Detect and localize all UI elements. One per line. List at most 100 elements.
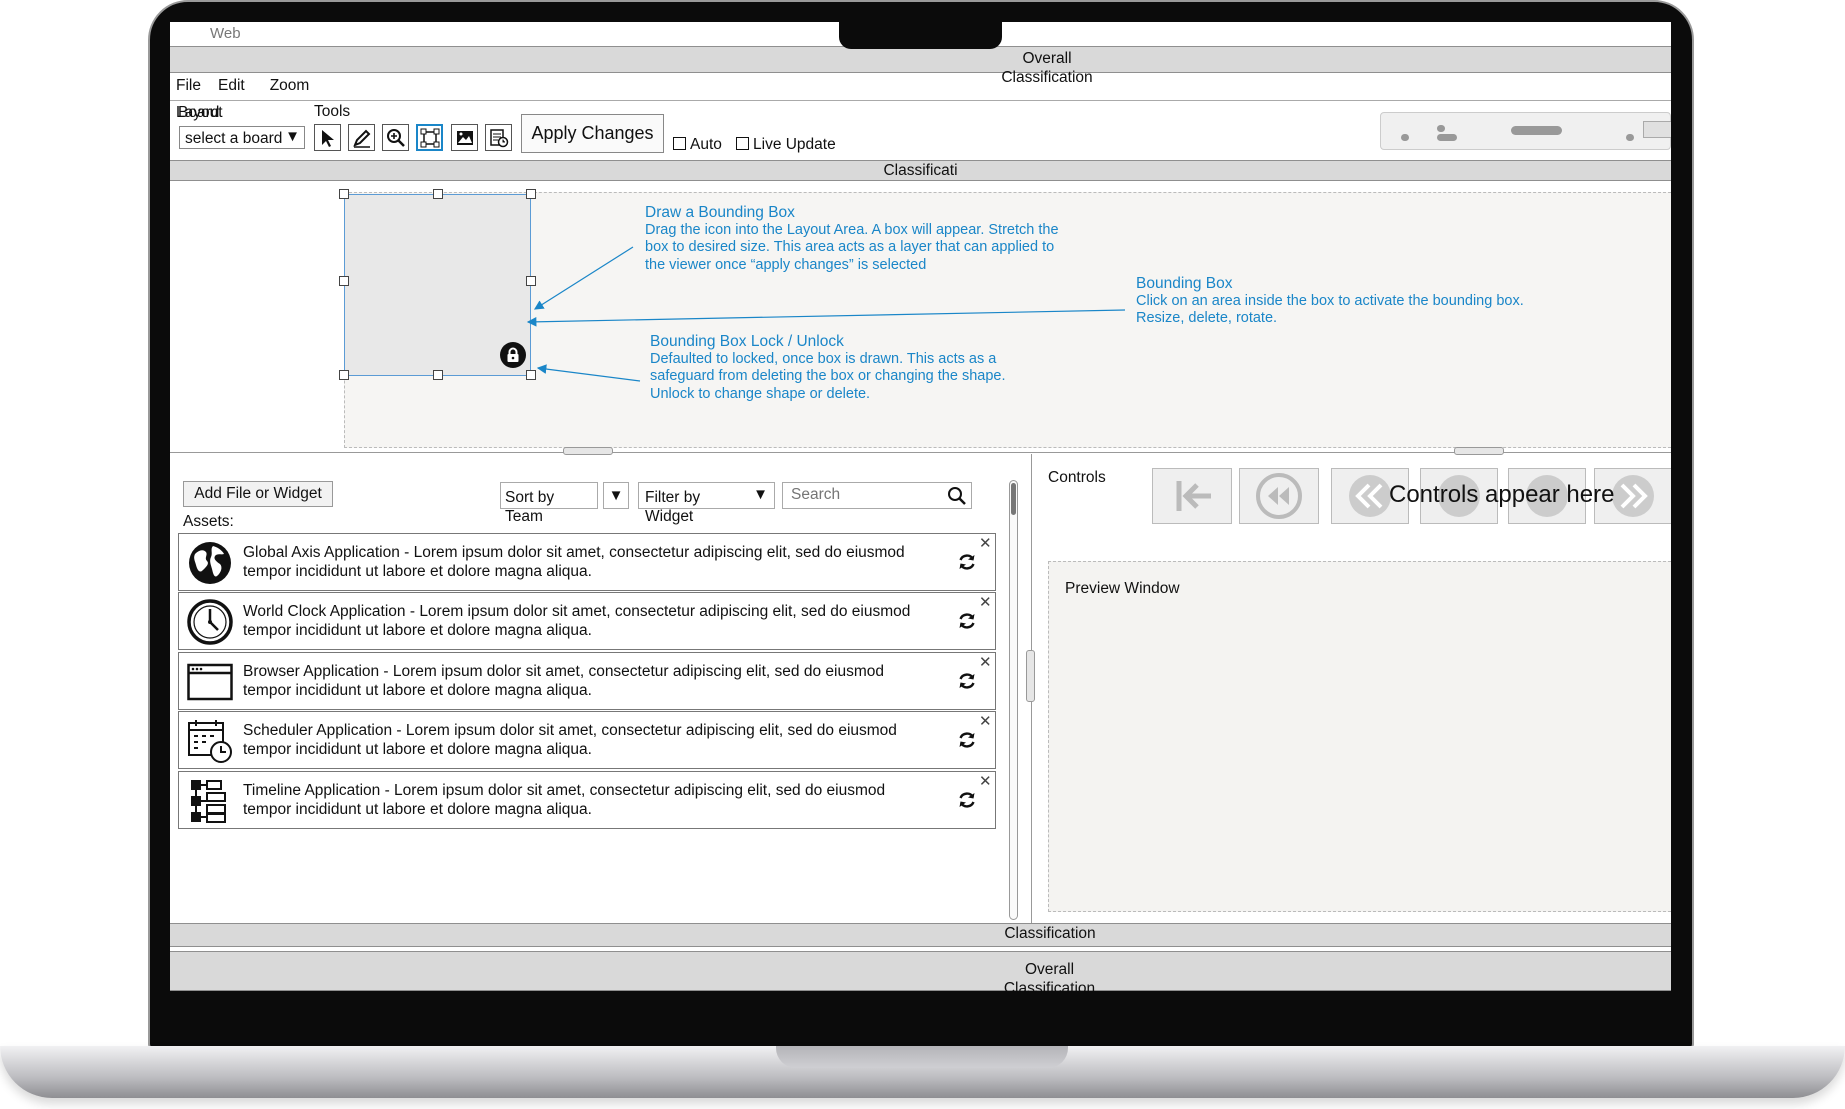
sort-chevron-down-icon[interactable]: ▼: [603, 482, 629, 509]
list-item[interactable]: World Clock Application - Lorem ipsum do…: [178, 592, 996, 650]
annotation-draw-title: Draw a Bounding Box: [645, 204, 795, 221]
skip-to-start-button[interactable]: [1152, 468, 1232, 524]
preset-triple[interactable]: [1511, 126, 1562, 135]
search-icon[interactable]: [947, 486, 967, 506]
asset-description: Global Axis Application - Lorem ipsum do…: [243, 544, 905, 580]
widget-tool-button[interactable]: [485, 124, 512, 151]
assets-scrollbar[interactable]: [1009, 480, 1018, 920]
assets-scrollbar-thumb[interactable]: [1011, 483, 1016, 515]
splitter-grip-right[interactable]: [1454, 447, 1504, 455]
controls-overlay-text: Controls appear here: [1389, 481, 1615, 508]
annotation-draw-box: Draw a Bounding Box Drag the icon into t…: [645, 204, 1075, 274]
auto-checkbox[interactable]: [673, 137, 686, 150]
add-file-button[interactable]: Add File or Widget: [183, 481, 333, 507]
assets-label: Assets:: [183, 513, 234, 530]
list-item[interactable]: Browser Application - Lorem ipsum dolor …: [178, 652, 996, 710]
live-update-label: Live Update: [753, 136, 836, 153]
select-tool-button[interactable]: [314, 124, 341, 151]
layout-presets-strip[interactable]: [1380, 112, 1671, 150]
list-item[interactable]: Global Axis Application - Lorem ipsum do…: [178, 533, 996, 591]
calendar-clock-icon: [187, 718, 233, 764]
laptop-base-notch: [776, 1046, 1068, 1068]
live-update-checkbox[interactable]: [736, 137, 749, 150]
apply-changes-button[interactable]: Apply Changes: [521, 114, 664, 153]
resize-handle-left[interactable]: [339, 276, 349, 286]
search-box[interactable]: [782, 482, 972, 509]
sort-select-value: Sort by Team: [505, 489, 555, 525]
search-input[interactable]: [791, 486, 941, 504]
bounding-box-icon: [420, 128, 439, 147]
sort-select[interactable]: Sort by Team: [500, 482, 598, 525]
auto-checkbox-group: Auto: [673, 136, 722, 154]
zoom-in-icon: [386, 128, 405, 147]
image-tool-button[interactable]: [451, 124, 478, 151]
skip-to-start-icon: [1176, 481, 1211, 511]
classification-bar: Classificati: [170, 160, 1671, 181]
resize-handle-top-right[interactable]: [526, 189, 536, 199]
board-select-value: select a board: [185, 129, 285, 148]
resize-handle-top-left[interactable]: [339, 189, 349, 199]
refresh-icon[interactable]: [957, 730, 977, 750]
close-icon[interactable]: ✕: [979, 534, 992, 552]
close-icon[interactable]: ✕: [979, 653, 992, 671]
menu-edit[interactable]: Edit: [218, 77, 245, 95]
close-icon[interactable]: ✕: [979, 712, 992, 730]
preset-stack-b[interactable]: [1437, 134, 1457, 141]
refresh-icon[interactable]: [957, 552, 977, 572]
splitter-grip-left[interactable]: [563, 447, 613, 455]
tools-label: Tools: [314, 103, 351, 120]
filter-select-value: Filter by Widget: [645, 489, 701, 525]
preset-small[interactable]: [1626, 134, 1634, 141]
menu-zoom[interactable]: Zoom: [270, 77, 310, 95]
menu-file[interactable]: File: [176, 77, 201, 95]
resize-handle-top[interactable]: [433, 189, 443, 199]
screen: Web Browser Overall Classification File …: [170, 22, 1671, 991]
resize-handle-bottom-right[interactable]: [526, 370, 536, 380]
vertical-splitter-grip[interactable]: [1026, 650, 1035, 702]
refresh-icon[interactable]: [957, 790, 977, 810]
annotation-lock-title: Bounding Box Lock / Unlock: [650, 333, 844, 350]
annotation-bbox-body: Click on an area inside the box to activ…: [1136, 292, 1524, 327]
preset-single[interactable]: [1401, 134, 1409, 141]
menu-divider: [170, 100, 1671, 101]
list-item[interactable]: Scheduler Application - Lorem ipsum dolo…: [178, 711, 996, 769]
resize-handle-bottom-left[interactable]: [339, 370, 349, 380]
camera-notch: [839, 22, 1002, 49]
board-select[interactable]: select a board ▼: [179, 126, 305, 149]
annotation-bbox-title: Bounding Box: [1136, 275, 1233, 292]
filter-chevron-down-icon: ▼: [753, 486, 768, 503]
pen-tool-button[interactable]: [348, 124, 375, 151]
rewind-icon: [1256, 473, 1302, 519]
refresh-icon[interactable]: [957, 611, 977, 631]
preview-window-label: Preview Window: [1065, 580, 1180, 597]
asset-description: Scheduler Application - Lorem ipsum dolo…: [243, 722, 897, 758]
filter-select[interactable]: Filter by Widget ▼: [638, 482, 775, 525]
asset-description: Timeline Application - Lorem ipsum dolor…: [243, 782, 886, 818]
resize-handle-right[interactable]: [526, 276, 536, 286]
resize-handle-bottom[interactable]: [433, 370, 443, 380]
horizontal-splitter[interactable]: [170, 452, 1671, 453]
laptop-frame: Web Browser Overall Classification File …: [0, 0, 1845, 1109]
rewind-button[interactable]: [1239, 468, 1319, 524]
zoom-tool-button[interactable]: [382, 124, 409, 151]
close-icon[interactable]: ✕: [979, 772, 992, 790]
laptop-base: [0, 1046, 1845, 1098]
bounding-box-tool-button[interactable]: [416, 124, 443, 151]
bottom-classification-bar: [170, 923, 1671, 947]
asset-description: World Clock Application - Lorem ipsum do…: [243, 603, 911, 639]
preset-stack-a[interactable]: [1437, 125, 1445, 132]
menu-bar: File Edit Zoom: [176, 77, 309, 95]
preset-box[interactable]: [1643, 121, 1671, 138]
lock-icon[interactable]: [500, 342, 526, 368]
top-classification-bar: [170, 46, 1671, 73]
preview-window[interactable]: Preview Window: [1048, 561, 1671, 912]
refresh-icon[interactable]: [957, 671, 977, 691]
chevron-down-icon: ▼: [285, 128, 300, 145]
live-update-checkbox-group: Live Update: [736, 136, 836, 154]
footer-overall-classification-bar: [170, 951, 1671, 991]
annotation-lock: Bounding Box Lock / Unlock Defaulted to …: [650, 333, 1050, 403]
pen-icon: [352, 129, 370, 148]
list-item[interactable]: Timeline Application - Lorem ipsum dolor…: [178, 771, 996, 829]
close-icon[interactable]: ✕: [979, 593, 992, 611]
clock-icon: [187, 599, 233, 645]
